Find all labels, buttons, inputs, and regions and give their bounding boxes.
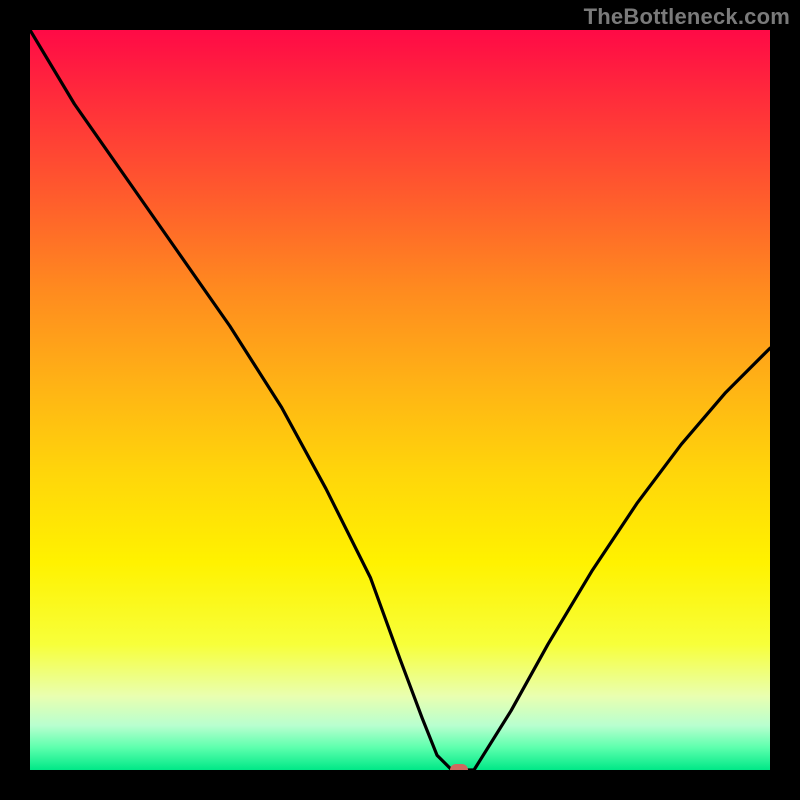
minimum-marker [450,764,468,770]
bottleneck-curve [30,30,770,770]
chart-frame: TheBottleneck.com [0,0,800,800]
plot-area [30,30,770,770]
attribution-text: TheBottleneck.com [584,4,790,30]
curve-path [30,30,770,770]
